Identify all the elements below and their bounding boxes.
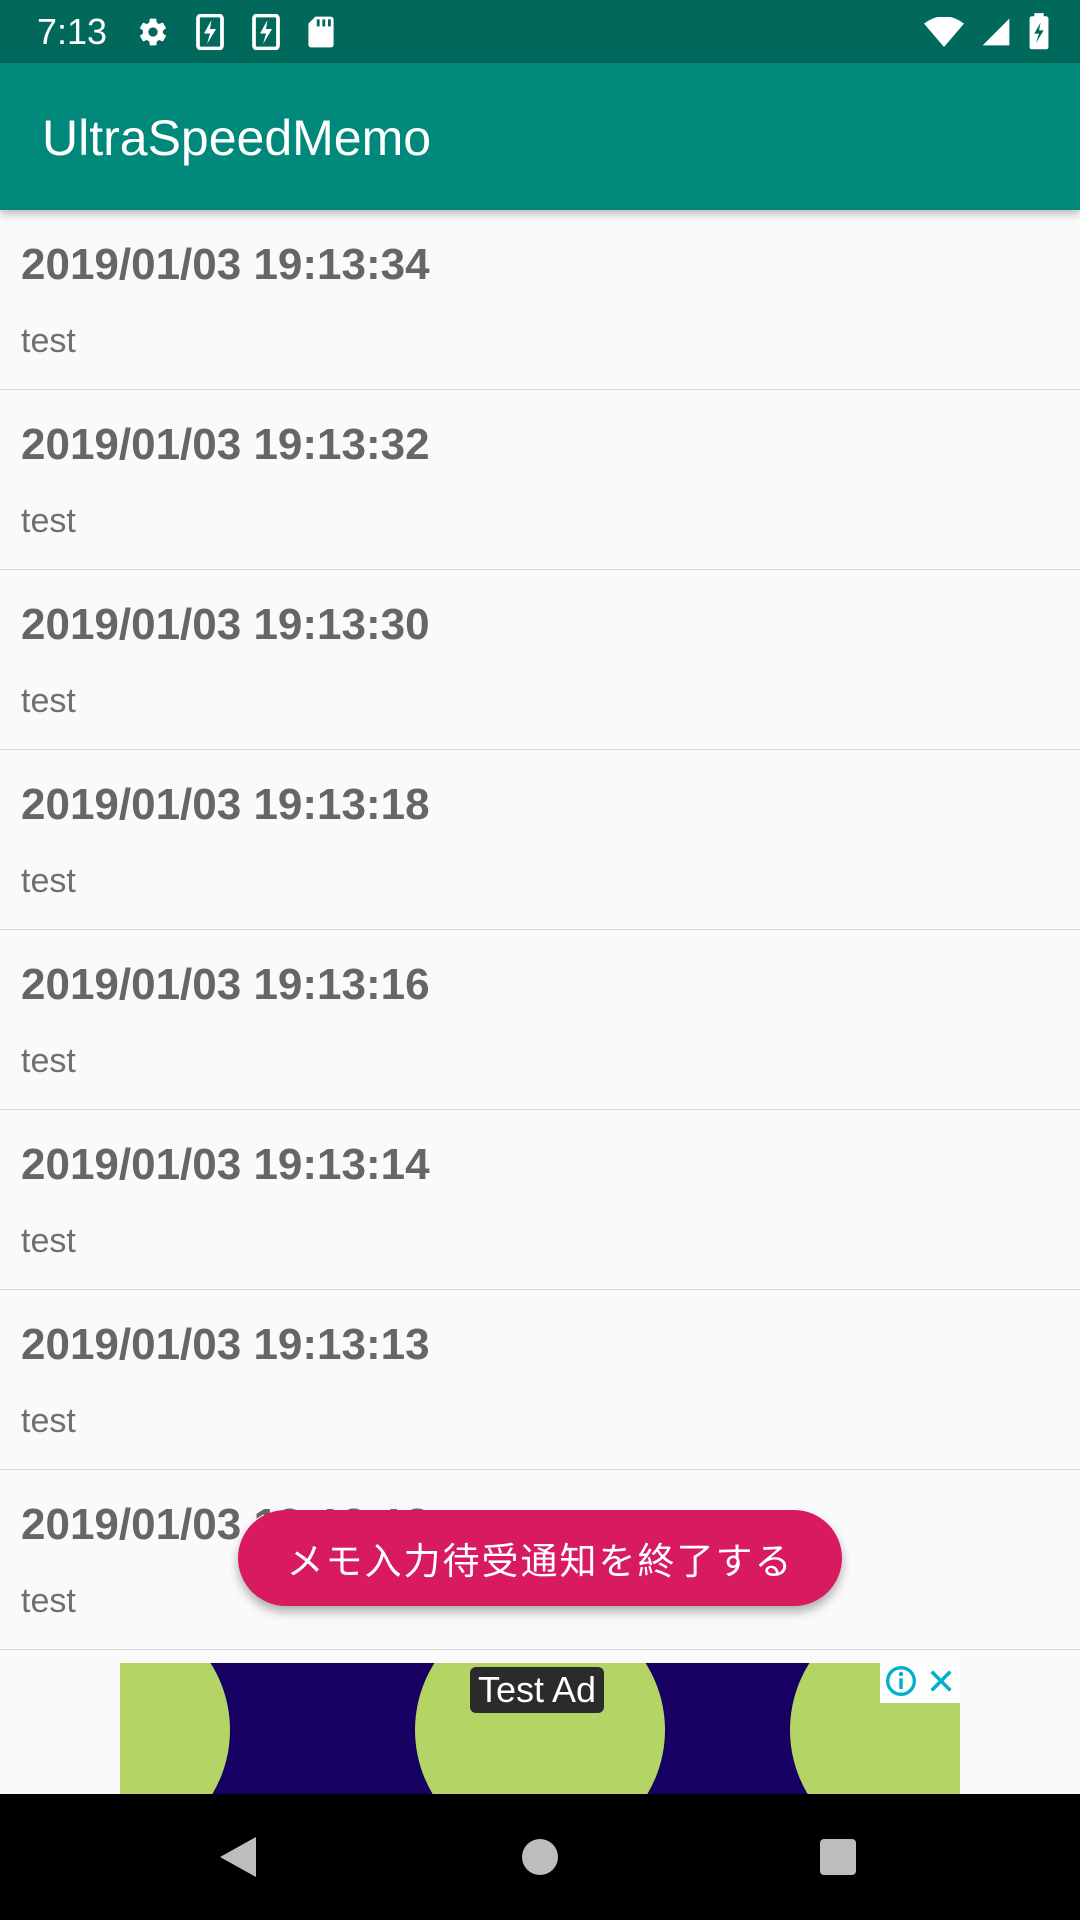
app-bar: UltraSpeedMemo: [0, 63, 1080, 210]
ad-decoration-circle: [120, 1663, 230, 1794]
memo-text: test: [21, 1042, 76, 1080]
memo-date: 2019/01/03 19:13:32: [21, 420, 430, 469]
memo-list[interactable]: 2019/01/03 19:13:34 test 2019/01/03 19:1…: [0, 210, 1080, 1650]
memo-text: test: [21, 1402, 76, 1440]
signal-icon: [980, 0, 1012, 63]
gear-icon: [137, 0, 169, 63]
info-icon[interactable]: [885, 1665, 917, 1701]
back-icon[interactable]: [178, 1794, 298, 1920]
memo-date: 2019/01/03 19:13:16: [21, 960, 430, 1009]
ad-banner[interactable]: Test Ad: [120, 1663, 960, 1794]
home-icon[interactable]: [480, 1794, 600, 1920]
close-icon[interactable]: [927, 1667, 955, 1699]
end-memo-notification-button[interactable]: メモ入力待受通知を終了する: [238, 1510, 842, 1606]
list-item[interactable]: 2019/01/03 19:13:16 test: [0, 930, 1080, 1110]
memo-date: 2019/01/03 19:13:30: [21, 600, 430, 649]
list-item[interactable]: 2019/01/03 19:13:14 test: [0, 1110, 1080, 1290]
list-item[interactable]: 2019/01/03 19:13:34 test: [0, 210, 1080, 390]
status-right-icons: [908, 0, 1050, 63]
memo-date: 2019/01/03 19:13:13: [21, 1320, 430, 1369]
navigation-bar: [0, 1794, 1080, 1920]
memo-text: test: [21, 502, 76, 540]
status-bar: 7:13: [0, 0, 1080, 63]
ad-label: Test Ad: [470, 1667, 605, 1713]
list-item[interactable]: 2019/01/03 19:13:30 test: [0, 570, 1080, 750]
memo-text: test: [21, 682, 76, 720]
memo-text: test: [21, 1222, 76, 1260]
app-title: UltraSpeedMemo: [42, 110, 432, 166]
flash-card-icon: [195, 0, 225, 63]
list-item[interactable]: 2019/01/03 19:13:32 test: [0, 390, 1080, 570]
ad-controls: [880, 1663, 960, 1703]
memo-text: test: [21, 1582, 76, 1620]
sd-card-icon: [307, 0, 335, 63]
memo-date: 2019/01/03 19:13:34: [21, 240, 430, 289]
memo-date: 2019/01/03 19:13:14: [21, 1140, 430, 1189]
memo-text: test: [21, 322, 76, 360]
wifi-icon: [924, 0, 964, 63]
list-item[interactable]: 2019/01/03 19:13:18 test: [0, 750, 1080, 930]
memo-date: 2019/01/03 19:13:18: [21, 780, 430, 829]
recents-icon[interactable]: [778, 1794, 898, 1920]
battery-charging-icon: [1028, 0, 1050, 63]
list-item[interactable]: 2019/01/03 19:13:13 test: [0, 1290, 1080, 1470]
flash-card-icon: [251, 0, 281, 63]
memo-text: test: [21, 862, 76, 900]
status-time: 7:13: [37, 10, 108, 52]
